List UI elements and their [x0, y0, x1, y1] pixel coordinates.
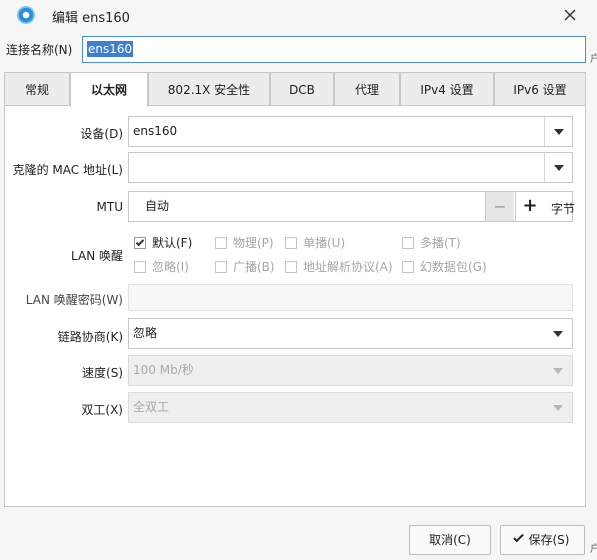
- checkbox-icon: [215, 261, 227, 273]
- chevron-down-icon: [553, 368, 563, 374]
- cloned-mac-combobox[interactable]: [128, 152, 573, 183]
- connection-name-value: ens160: [87, 41, 134, 57]
- save-button-label: 保存(S): [528, 533, 570, 547]
- speed-label: 速度(S): [82, 366, 123, 380]
- chevron-down-icon: [554, 165, 564, 171]
- duplex-combobox[interactable]: 全双工: [128, 392, 573, 423]
- cloned-mac-label: 克隆的 MAC 地址(L): [12, 163, 123, 177]
- wol-unicast-label: 单播(U): [303, 236, 346, 250]
- edge-fragment-bottom: 户: [590, 544, 597, 555]
- wol-password-label: LAN 唤醒密码(W): [25, 293, 123, 307]
- device-value: ens160: [133, 124, 178, 138]
- checkbox-icon: [134, 261, 146, 273]
- wol-broadcast-label: 广播(B): [233, 260, 275, 274]
- wol-broadcast-checkbox[interactable]: 广播(B): [215, 258, 275, 275]
- wol-password-input[interactable]: [128, 284, 573, 311]
- tab-bar: 常规 以太网 802.1X 安全性 DCB 代理 IPv4 设置 IPv6 设置: [4, 72, 586, 107]
- tab-general[interactable]: 常规: [4, 72, 70, 106]
- close-button[interactable]: [560, 5, 580, 25]
- wol-default-checkbox[interactable]: 默认(F): [134, 234, 192, 251]
- tab-ipv6-settings[interactable]: IPv6 设置: [494, 72, 586, 106]
- close-icon: [564, 9, 576, 21]
- checkbox-icon: [402, 261, 414, 273]
- wol-default-label: 默认(F): [152, 236, 193, 250]
- tab-ethernet[interactable]: 以太网: [70, 72, 148, 107]
- wol-magic-checkbox[interactable]: 幻数据包(G): [402, 258, 487, 275]
- wol-ignore-checkbox[interactable]: 忽略(I): [134, 258, 189, 275]
- wol-unicast-checkbox[interactable]: 单播(U): [285, 234, 345, 251]
- speed-value: 100 Mb/秒: [133, 363, 194, 377]
- device-label: 设备(D): [80, 127, 123, 141]
- cancel-button[interactable]: 取消(C): [409, 525, 491, 555]
- link-negotiation-label: 链路协商(K): [57, 330, 123, 344]
- mtu-unit: 字节: [551, 202, 576, 216]
- wol-ignore-label: 忽略(I): [152, 260, 189, 274]
- link-negotiation-combobox[interactable]: 忽略: [128, 318, 573, 349]
- wol-magic-label: 幻数据包(G): [420, 260, 487, 274]
- checkmark-icon: [512, 531, 524, 543]
- connection-name-input[interactable]: ens160: [82, 36, 586, 63]
- tab-dcb[interactable]: DCB: [270, 72, 334, 106]
- mtu-increment-button[interactable]: +: [515, 192, 544, 221]
- chevron-down-icon: [554, 129, 564, 135]
- chevron-down-icon: [553, 331, 563, 337]
- chevron-down-icon: [553, 405, 563, 411]
- mtu-value: 自动: [145, 199, 170, 213]
- checkbox-icon: [402, 237, 414, 249]
- link-negotiation-dropdown-button[interactable]: [544, 319, 572, 348]
- speed-combobox[interactable]: 100 Mb/秒: [128, 355, 573, 386]
- edge-fragment-top: 户: [590, 54, 597, 65]
- checkbox-icon: [285, 237, 297, 249]
- link-negotiation-value: 忽略: [133, 326, 158, 340]
- duplex-value: 全双工: [133, 400, 170, 414]
- window-title: 编辑 ens160: [52, 11, 130, 26]
- wol-physical-checkbox[interactable]: 物理(P): [215, 234, 274, 251]
- title-bar: 编辑 ens160: [0, 0, 597, 30]
- wake-on-lan-label: LAN 唤醒: [71, 249, 123, 263]
- device-combobox[interactable]: ens160: [128, 116, 573, 147]
- wol-arp-label: 地址解析协议(A): [303, 260, 393, 274]
- tab-8021x-security[interactable]: 802.1X 安全性: [148, 72, 270, 106]
- connection-name-label: 连接名称(N): [6, 43, 73, 57]
- mtu-label: MTU: [96, 200, 123, 214]
- mtu-spinbox[interactable]: 自动 − +: [128, 191, 573, 222]
- duplex-dropdown-button[interactable]: [544, 393, 572, 422]
- wol-multicast-label: 多播(T): [420, 236, 461, 250]
- tab-proxy[interactable]: 代理: [334, 72, 400, 106]
- network-app-icon: [17, 6, 35, 24]
- device-dropdown-button[interactable]: [544, 117, 572, 146]
- checkbox-icon: [215, 237, 227, 249]
- wol-arp-checkbox[interactable]: 地址解析协议(A): [285, 258, 393, 275]
- wol-physical-label: 物理(P): [233, 236, 274, 250]
- wol-multicast-checkbox[interactable]: 多播(T): [402, 234, 461, 251]
- checkbox-icon: [285, 261, 297, 273]
- speed-dropdown-button[interactable]: [544, 356, 572, 385]
- duplex-label: 双工(X): [81, 403, 123, 417]
- cloned-mac-dropdown-button[interactable]: [544, 153, 572, 182]
- save-button[interactable]: 保存(S): [500, 525, 585, 555]
- tab-ipv4-settings[interactable]: IPv4 设置: [400, 72, 494, 106]
- mtu-decrement-button[interactable]: −: [485, 192, 514, 221]
- checkbox-checked-icon: [134, 237, 146, 249]
